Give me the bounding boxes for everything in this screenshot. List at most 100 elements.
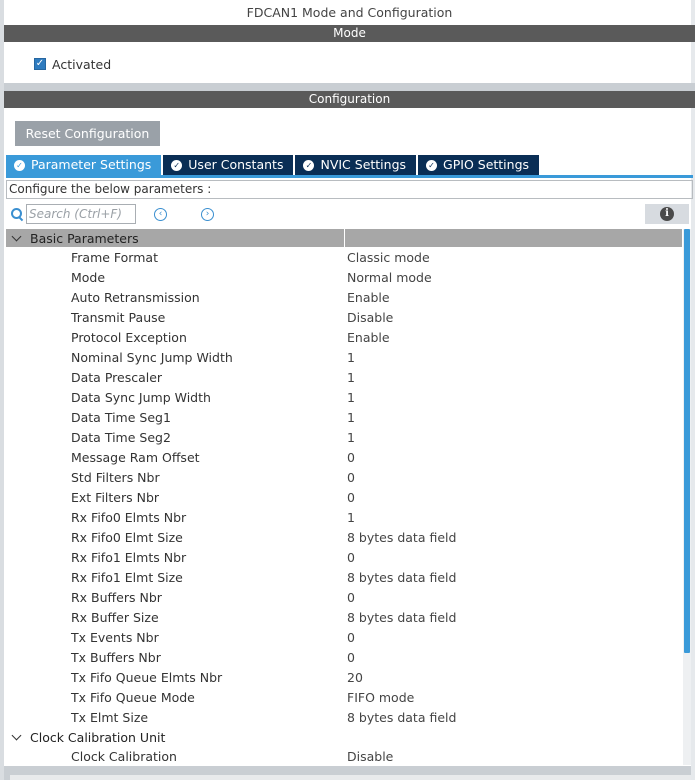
window-right-border bbox=[691, 0, 695, 780]
parameter-value[interactable]: 0 bbox=[347, 448, 682, 468]
chevron-down-icon[interactable] bbox=[12, 233, 22, 243]
parameter-name: Tx Fifo Queue Mode bbox=[71, 690, 195, 705]
parameter-row[interactable]: Data Sync Jump Width 1 bbox=[6, 388, 682, 408]
parameter-value[interactable]: 0 bbox=[347, 468, 682, 488]
parameter-name: Message Ram Offset bbox=[71, 450, 200, 465]
parameter-name: Data Time Seg1 bbox=[71, 410, 171, 425]
parameter-row[interactable]: Mode Normal mode bbox=[6, 268, 682, 288]
parameter-name: Mode bbox=[71, 270, 106, 285]
parameter-row[interactable]: Ext Filters Nbr 0 bbox=[6, 488, 682, 508]
parameter-row[interactable]: Rx Fifo0 Elmts Nbr 1 bbox=[6, 508, 682, 528]
parameter-row[interactable]: Tx Buffers Nbr 0 bbox=[6, 648, 682, 668]
scrollbar-thumb[interactable] bbox=[684, 229, 690, 653]
parameter-name: Ext Filters Nbr bbox=[71, 490, 160, 505]
parameter-value[interactable]: Disable bbox=[347, 747, 682, 767]
tab-parameter-settings[interactable]: ✓ Parameter Settings bbox=[6, 155, 162, 175]
parameter-name: Data Sync Jump Width bbox=[71, 390, 211, 405]
parameter-value[interactable]: Enable bbox=[347, 328, 682, 348]
activated-option[interactable]: ✓ Activated bbox=[34, 56, 111, 72]
check-circle-icon: ✓ bbox=[303, 159, 315, 171]
chevron-right-circle-icon[interactable]: › bbox=[201, 207, 214, 221]
parameter-row[interactable]: Data Time Seg2 1 bbox=[6, 428, 682, 448]
parameter-value[interactable]: 8 bytes data field bbox=[347, 568, 682, 588]
parameter-row[interactable]: Nominal Sync Jump Width 1 bbox=[6, 348, 682, 368]
vertical-scrollbar[interactable] bbox=[683, 229, 691, 765]
basic-parameter-rows: Frame Format Classic mode Mode Normal mode A… bbox=[6, 248, 682, 728]
parameter-value[interactable]: Disable bbox=[347, 308, 682, 328]
parameter-value[interactable]: 0 bbox=[347, 548, 682, 568]
parameter-name: Tx Buffers Nbr bbox=[71, 650, 161, 665]
parameter-value[interactable]: Normal mode bbox=[347, 268, 682, 288]
configure-instructions: Configure the below parameters : bbox=[6, 180, 693, 199]
parameter-row[interactable]: Transmit Pause Disable bbox=[6, 308, 682, 328]
parameter-value[interactable]: FIFO mode bbox=[347, 688, 682, 708]
parameter-name: Rx Fifo0 Elmt Size bbox=[71, 530, 183, 545]
parameter-row[interactable]: Data Prescaler 1 bbox=[6, 368, 682, 388]
activated-checkbox[interactable]: ✓ bbox=[34, 58, 46, 70]
parameter-row[interactable]: Frame Format Classic mode bbox=[6, 248, 682, 268]
parameter-row[interactable]: Rx Fifo1 Elmt Size 8 bytes data field bbox=[6, 568, 682, 588]
parameter-row[interactable]: Rx Buffer Size 8 bytes data field bbox=[6, 608, 682, 628]
parameter-table: Basic Parameters Frame Format Classic mod… bbox=[6, 229, 682, 767]
horizontal-scrollbar[interactable] bbox=[10, 775, 691, 780]
parameter-value[interactable]: 20 bbox=[347, 668, 682, 688]
tab-label: User Constants bbox=[188, 157, 284, 172]
parameter-name: Std Filters Nbr bbox=[71, 470, 160, 485]
search-icon bbox=[10, 207, 24, 221]
parameter-name: Transmit Pause bbox=[71, 310, 166, 325]
parameter-value[interactable]: Classic mode bbox=[347, 248, 682, 268]
parameter-row[interactable]: Data Time Seg1 1 bbox=[6, 408, 682, 428]
settings-tabs: ✓ Parameter Settings ✓ User Constants ✓ … bbox=[6, 155, 541, 175]
parameter-row[interactable]: Clock Calibration Disable bbox=[6, 747, 682, 767]
parameter-name: Protocol Exception bbox=[71, 330, 187, 345]
parameter-row[interactable]: Rx Fifo1 Elmts Nbr 0 bbox=[6, 548, 682, 568]
parameter-row[interactable]: Auto Retransmission Enable bbox=[6, 288, 682, 308]
tab-gpio-settings[interactable]: ✓ GPIO Settings bbox=[418, 155, 540, 175]
parameter-row[interactable]: Rx Buffers Nbr 0 bbox=[6, 588, 682, 608]
parameter-value[interactable]: 1 bbox=[347, 408, 682, 428]
parameter-value[interactable]: 1 bbox=[347, 368, 682, 388]
group-title: Clock Calibration Unit bbox=[30, 729, 166, 745]
parameter-value[interactable]: 1 bbox=[347, 508, 682, 528]
activated-label: Activated bbox=[52, 56, 112, 72]
chevron-left-circle-icon[interactable]: ‹ bbox=[154, 207, 167, 221]
parameter-row[interactable]: Tx Events Nbr 0 bbox=[6, 628, 682, 648]
parameter-value[interactable]: 1 bbox=[347, 428, 682, 448]
check-icon: ✓ bbox=[35, 58, 45, 69]
parameter-value[interactable]: 8 bytes data field bbox=[347, 528, 682, 548]
parameter-row[interactable]: Tx Fifo Queue Elmts Nbr 20 bbox=[6, 668, 682, 688]
window-title: FDCAN1 Mode and Configuration bbox=[246, 5, 453, 20]
search-input[interactable] bbox=[26, 204, 136, 224]
parameter-row[interactable]: Message Ram Offset 0 bbox=[6, 448, 682, 468]
group-title: Basic Parameters bbox=[30, 230, 139, 246]
tab-label: NVIC Settings bbox=[320, 157, 407, 172]
parameter-value[interactable]: 0 bbox=[347, 628, 682, 648]
parameter-name: Tx Elmt Size bbox=[71, 710, 149, 725]
chevron-down-icon[interactable] bbox=[12, 732, 22, 742]
mode-section-header: Mode bbox=[4, 25, 695, 42]
parameter-value[interactable]: 8 bytes data field bbox=[347, 608, 682, 628]
parameter-value[interactable]: 8 bytes data field bbox=[347, 708, 682, 728]
parameter-name: Nominal Sync Jump Width bbox=[71, 350, 233, 365]
parameter-value[interactable]: Enable bbox=[347, 288, 682, 308]
parameter-row[interactable]: Rx Fifo0 Elmt Size 8 bytes data field bbox=[6, 528, 682, 548]
parameter-row[interactable]: Std Filters Nbr 0 bbox=[6, 468, 682, 488]
parameter-row[interactable]: Tx Fifo Queue Mode FIFO mode bbox=[6, 688, 682, 708]
parameter-value[interactable]: 1 bbox=[347, 388, 682, 408]
parameter-value[interactable]: 1 bbox=[347, 348, 682, 368]
parameter-row[interactable]: Tx Elmt Size 8 bytes data field bbox=[6, 708, 682, 728]
group-header-basic-parameters[interactable]: Basic Parameters bbox=[6, 229, 682, 248]
reset-configuration-button[interactable]: Reset Configuration bbox=[15, 121, 160, 146]
parameter-name: Data Prescaler bbox=[71, 370, 163, 385]
parameter-name: Tx Fifo Queue Elmts Nbr bbox=[71, 670, 223, 685]
parameter-value[interactable]: 0 bbox=[347, 648, 682, 668]
parameter-value[interactable]: 0 bbox=[347, 488, 682, 508]
parameter-name: Rx Buffers Nbr bbox=[71, 590, 162, 605]
info-button[interactable]: i bbox=[645, 204, 689, 224]
window-left-border bbox=[0, 0, 4, 780]
group-header-clock-calibration-unit[interactable]: Clock Calibration Unit bbox=[6, 728, 682, 747]
tab-user-constants[interactable]: ✓ User Constants bbox=[163, 155, 294, 175]
tab-nvic-settings[interactable]: ✓ NVIC Settings bbox=[295, 155, 417, 175]
parameter-value[interactable]: 0 bbox=[347, 588, 682, 608]
parameter-row[interactable]: Protocol Exception Enable bbox=[6, 328, 682, 348]
